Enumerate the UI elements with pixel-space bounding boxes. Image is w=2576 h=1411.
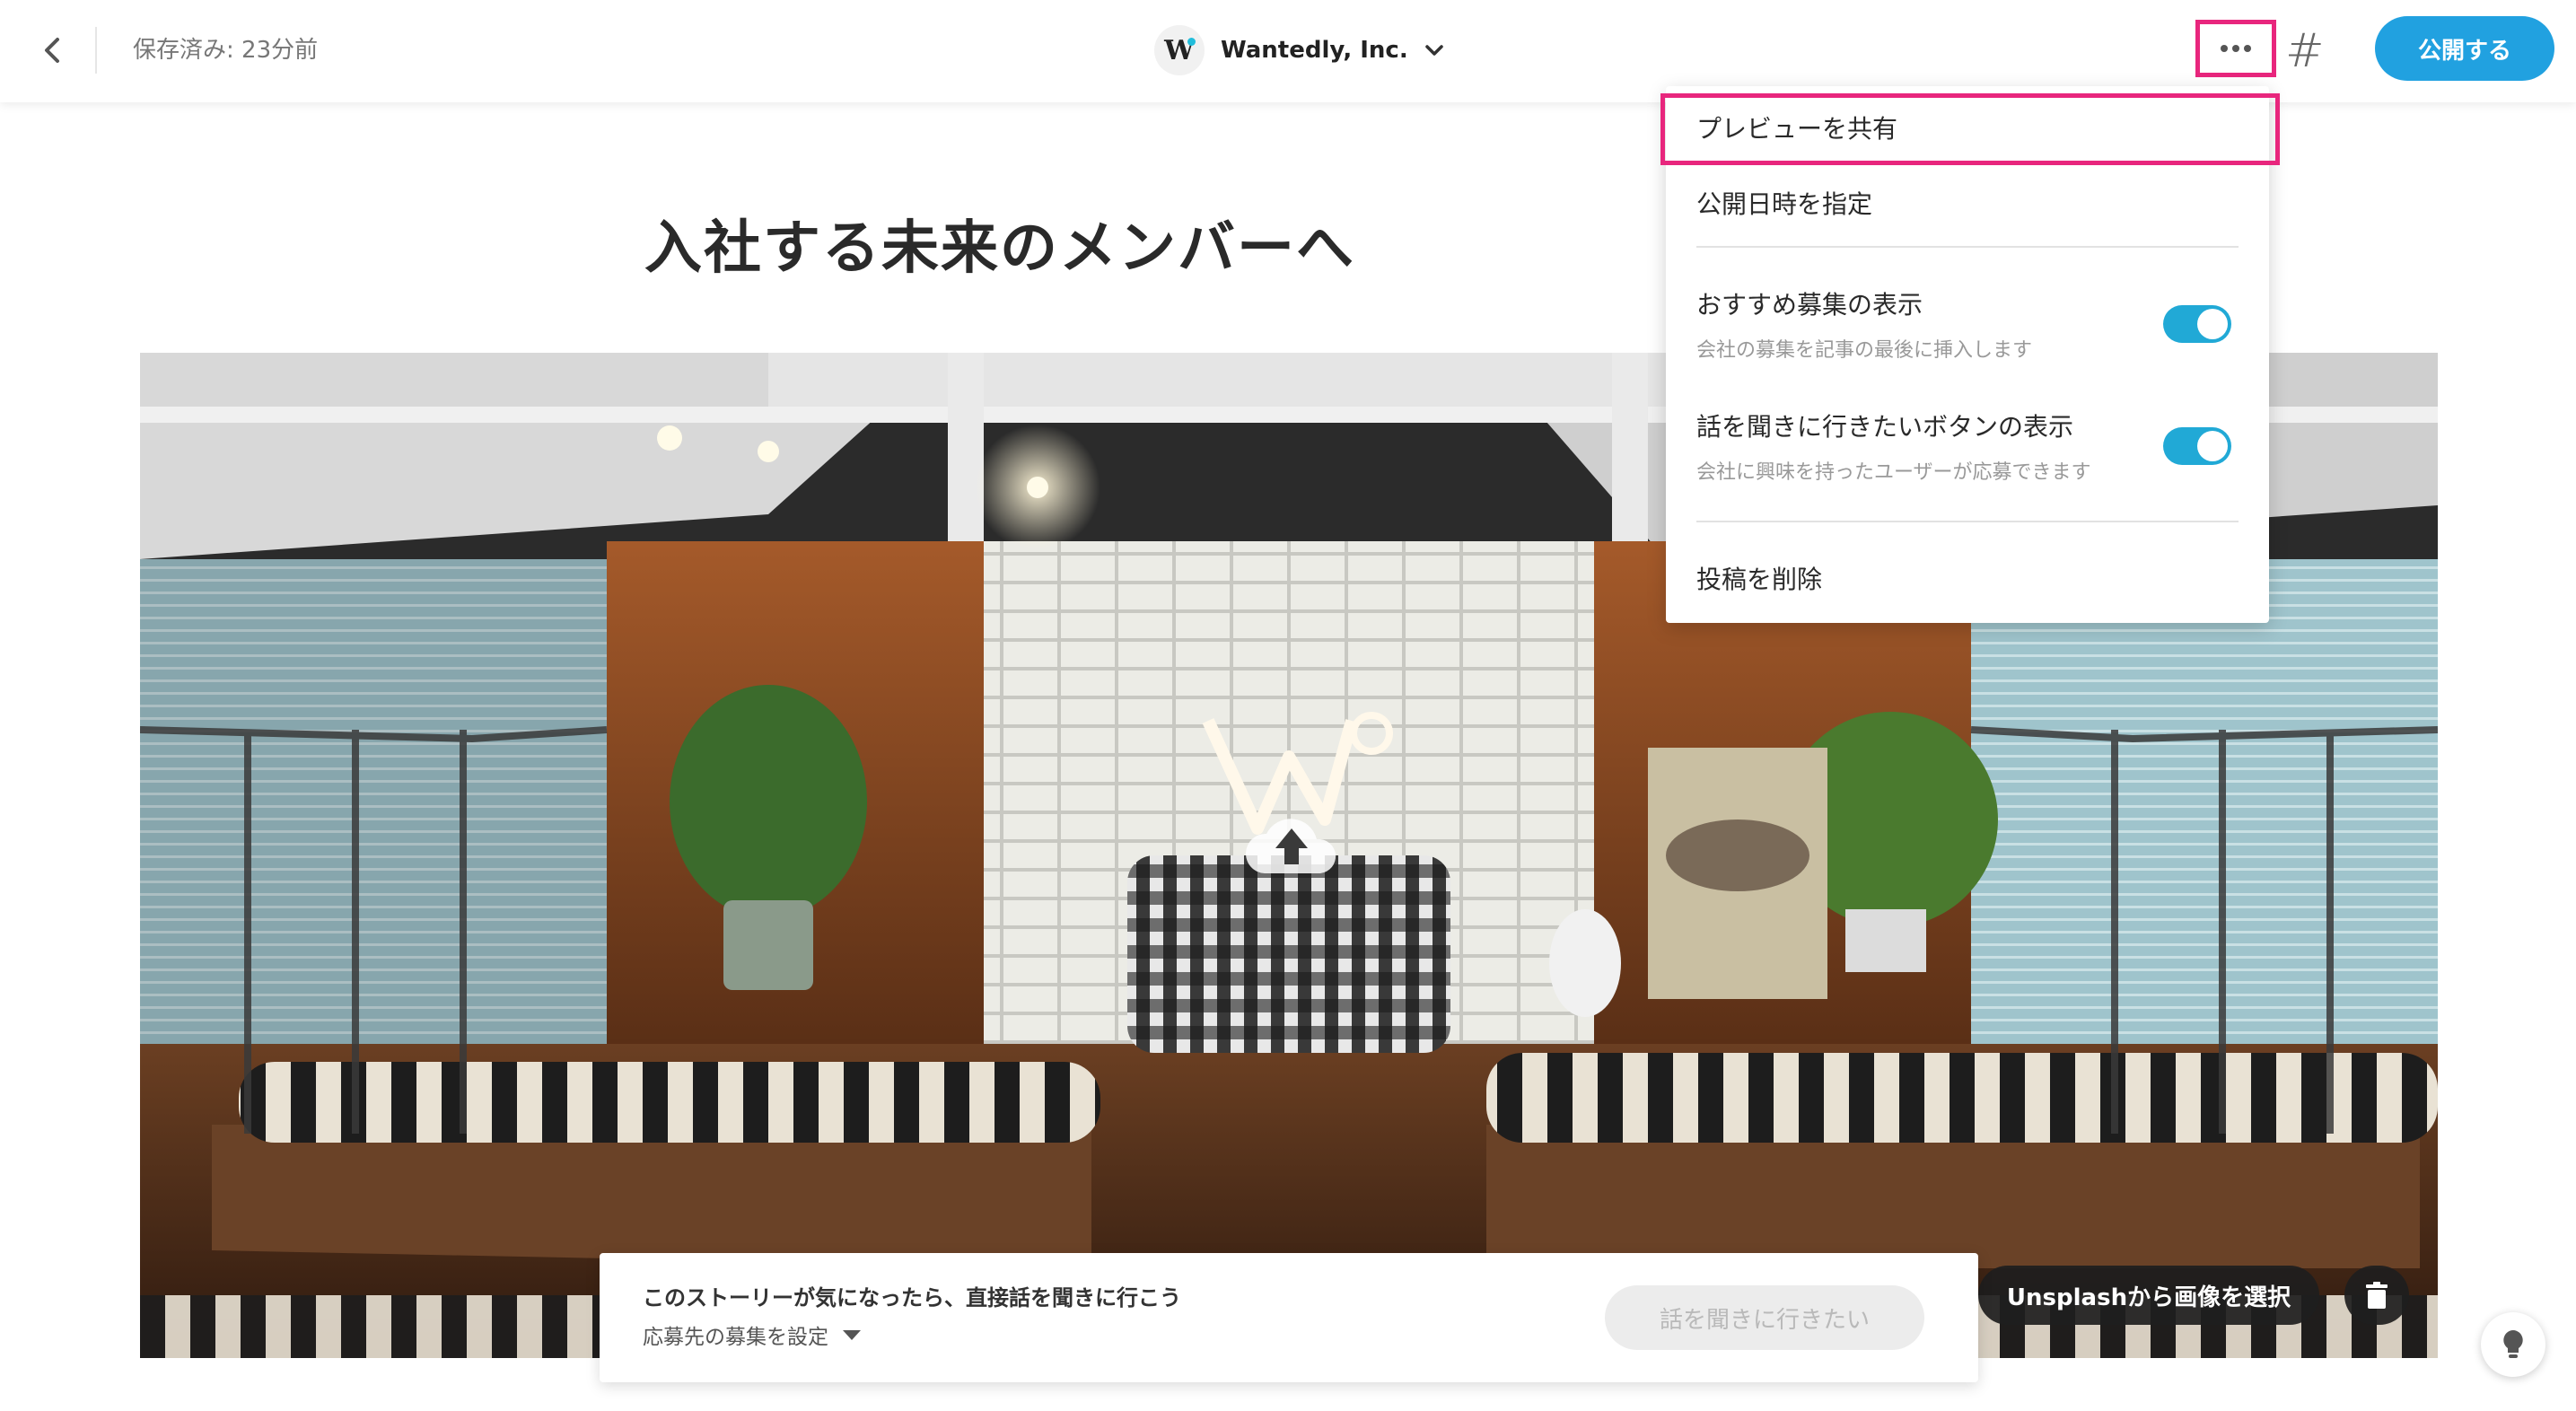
recommend-description: 会社の募集を記事の最後に挿入します [1696, 339, 2033, 362]
recruit-setting-label: 応募先の募集を設定 [643, 1326, 828, 1349]
caret-down-icon [843, 1329, 861, 1340]
menu-share-preview[interactable]: プレビューを共有 [1660, 93, 2280, 165]
back-button[interactable] [27, 25, 77, 75]
talk-request-button: 話を聞きに行きたい [1605, 1285, 1924, 1350]
cta-text: このストーリーが気になったら、直接話を聞きに行こう [643, 1285, 1181, 1310]
save-status: 保存済み: 23分前 [133, 37, 319, 64]
recommend-label: おすすめ募集の表示 [1696, 290, 1923, 320]
publish-button[interactable]: 公開する [2375, 16, 2554, 81]
menu-recommend-row: おすすめ募集の表示 会社の募集を記事の最後に挿入します [1666, 285, 2269, 402]
more-icon [2221, 45, 2228, 52]
menu-divider [1696, 521, 2239, 522]
company-logo: W [1154, 25, 1205, 75]
cta-card: このストーリーが気になったら、直接話を聞きに行こう 応募先の募集を設定 話を聞き… [600, 1253, 1978, 1382]
hashtag-button[interactable]: # [2285, 20, 2325, 83]
menu-delete-post[interactable]: 投稿を削除 [1666, 544, 2269, 616]
menu-talk-button-row: 話を聞きに行きたいボタンの表示 会社に興味を持ったユーザーが応募できます [1666, 408, 2269, 524]
talk-button-description: 会社に興味を持ったユーザーが応募できます [1696, 461, 2091, 484]
talk-button-label: 話を聞きに行きたいボタンの表示 [1696, 412, 2074, 442]
more-options-menu: プレビューを共有 公開日時を指定 おすすめ募集の表示 会社の募集を記事の最後に挿… [1660, 86, 2280, 623]
tips-button[interactable] [2481, 1312, 2545, 1377]
upload-cover-button[interactable] [1241, 802, 1342, 882]
company-selector[interactable]: W Wantedly, Inc. [1154, 25, 1444, 75]
story-title[interactable]: 入社する未来のメンバーへ [644, 208, 1355, 289]
header-divider [95, 27, 97, 74]
chevron-down-icon [1424, 45, 1443, 56]
recommend-toggle[interactable] [2163, 305, 2231, 343]
chevron-left-icon [45, 38, 59, 63]
talk-button-toggle[interactable] [2163, 427, 2231, 465]
trash-icon [2366, 1282, 2388, 1309]
menu-schedule-publish[interactable]: 公開日時を指定 [1666, 165, 2269, 237]
delete-cover-button[interactable] [2344, 1266, 2409, 1325]
cloud-upload-icon [1245, 819, 1336, 873]
editor-page: 保存済み: 23分前 W Wantedly, Inc. # 公開する 入社する未… [0, 0, 2576, 1411]
more-options-button[interactable] [2195, 20, 2276, 77]
menu-divider [1696, 246, 2239, 248]
recruit-setting-dropdown[interactable]: 応募先の募集を設定 [643, 1319, 861, 1350]
unsplash-select-button[interactable]: Unsplashから画像を選択 [1978, 1266, 2319, 1325]
lightbulb-icon [2503, 1330, 2523, 1358]
company-name: Wantedly, Inc. [1221, 37, 1408, 64]
